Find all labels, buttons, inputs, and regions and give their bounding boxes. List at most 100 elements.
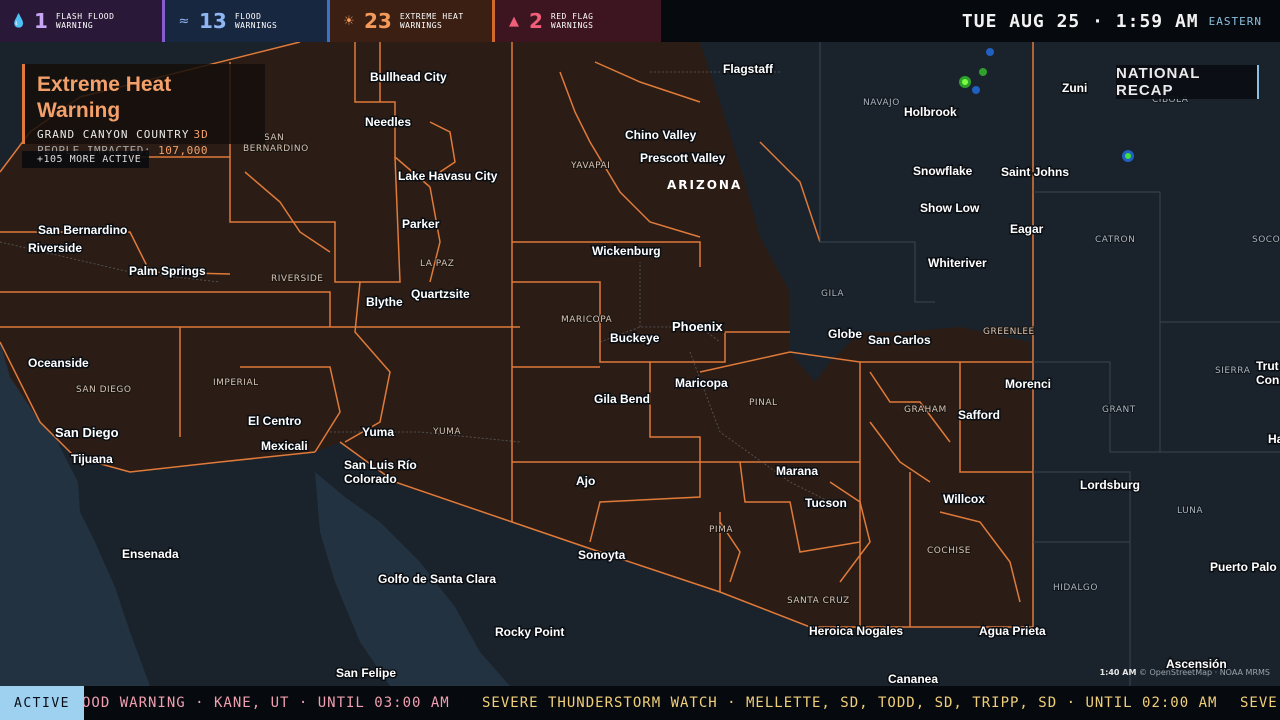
ticker-item[interactable]: OOD WARNING · KANE, UT · UNTIL 03:00 AM [84, 695, 450, 711]
alert-area: GRAND CANYON COUNTRY 3D [37, 128, 253, 141]
city-label: Cananea [888, 672, 938, 686]
city-label: Mexicali [261, 439, 308, 453]
alert-ticker: ACTIVE OOD WARNING · KANE, UT · UNTIL 03… [0, 686, 1280, 720]
city-label: Riverside [28, 241, 82, 255]
ticker-item[interactable]: SEVE [1240, 695, 1278, 711]
city-label: Tijuana [71, 452, 113, 466]
county-label: GRANT [1102, 405, 1136, 415]
city-label: Cons [1256, 373, 1280, 387]
city-label: Needles [365, 115, 411, 129]
city-label: Safford [958, 408, 1000, 422]
waves-icon: ≈ [178, 13, 190, 29]
national-recap-button[interactable]: NATIONAL RECAP [1116, 65, 1259, 99]
city-label: Whiteriver [928, 256, 987, 270]
flood-warnings-tile[interactable]: ≈ 13 FLOOD WARNINGS [165, 0, 330, 42]
city-label: Colorado [344, 472, 397, 486]
county-label: COCHISE [927, 546, 971, 556]
extreme-heat-warnings-tile[interactable]: ☀ 23 EXTREME HEAT WARNINGS [330, 0, 495, 42]
featured-alert-card[interactable]: Extreme Heat Warning GRAND CANYON COUNTR… [22, 64, 265, 157]
county-label: NAVAJO [863, 98, 900, 108]
city-label: Snowflake [913, 164, 973, 178]
city-label: Rocky Point [495, 625, 564, 639]
county-label: LA PAZ [420, 259, 454, 269]
city-label: Buckeye [610, 331, 660, 345]
flash-flood-count: 1 [34, 9, 48, 33]
more-active-badge[interactable]: +105 MORE ACTIVE [22, 151, 150, 168]
red-flag-count: 2 [529, 9, 543, 33]
city-label: Flagstaff [723, 62, 774, 76]
flash-flood-label-1: FLASH FLOOD [55, 12, 115, 21]
flash-flood-label-2: WARNING [55, 21, 94, 30]
impacted-value: 107,000 [158, 144, 208, 157]
county-label: RIVERSIDE [271, 274, 324, 284]
county-label: PIMA [709, 525, 733, 535]
city-label: Show Low [920, 201, 980, 215]
county-label: GREENLEE [983, 327, 1035, 337]
extreme-heat-count: 23 [364, 9, 392, 33]
extreme-heat-label-2: WARNINGS [399, 21, 443, 30]
state-label: ARIZONA [667, 178, 742, 192]
county-label: SAN DIEGO [76, 385, 131, 395]
city-label: Parker [402, 217, 440, 231]
county-label: LUNA [1177, 506, 1203, 516]
flood-count: 13 [199, 9, 227, 33]
county-label: SIERRA [1215, 366, 1251, 376]
city-label: Trut [1256, 359, 1279, 373]
city-label: Palm Springs [129, 264, 206, 278]
city-label: Golfo de Santa Clara [378, 572, 496, 586]
city-label: Prescott Valley [640, 151, 726, 165]
city-label: Agua Prieta [979, 624, 1046, 638]
county-label: CATRON [1095, 235, 1135, 245]
red-flag-label-1: RED FLAG [550, 12, 594, 21]
warning-triangle-icon: ▲ [509, 13, 519, 29]
city-label: Lake Havasu City [398, 169, 498, 183]
city-label: Maricopa [675, 376, 728, 390]
city-label: Ha [1268, 432, 1280, 446]
clock-timezone: EASTERN [1208, 14, 1262, 28]
clock: TUE AUG 25 · 1:59 AM EASTERN [962, 0, 1262, 42]
flash-flood-warning-tile[interactable]: 💧 1 FLASH FLOOD WARNING [0, 0, 165, 42]
city-label: Bullhead City [370, 70, 447, 84]
city-label: Holbrook [904, 105, 957, 119]
ticker-active-label[interactable]: ACTIVE [0, 686, 84, 720]
county-label: HIDALGO [1053, 583, 1098, 593]
city-label: Lordsburg [1080, 478, 1140, 492]
city-label: Zuni [1062, 81, 1087, 95]
city-label: San Carlos [868, 333, 931, 347]
city-label: Ajo [576, 474, 595, 488]
city-label: San Diego [55, 425, 119, 440]
city-label: Heroica Nogales [809, 624, 903, 638]
county-label: YAVAPAI [570, 161, 610, 171]
city-label: Blythe [366, 295, 403, 309]
city-label: Quartzsite [411, 287, 470, 301]
city-label: Gila Bend [594, 392, 650, 406]
county-label: MARICOPA [561, 315, 613, 325]
city-label: Phoenix [672, 319, 723, 334]
city-label: Saint Johns [1001, 165, 1069, 179]
city-label: Wickenburg [592, 244, 661, 258]
alert-area-name: GRAND CANYON COUNTRY [37, 128, 190, 141]
sun-icon: ☀ [343, 13, 355, 29]
alert-title: Extreme Heat Warning [37, 73, 172, 122]
droplet-icon: 💧 [10, 13, 28, 29]
city-label: Oceanside [28, 356, 89, 370]
city-label: El Centro [248, 414, 301, 428]
clock-time: TUE AUG 25 · 1:59 AM [961, 10, 1199, 32]
city-label: Chino Valley [625, 128, 697, 142]
city-label: Willcox [943, 492, 985, 506]
ticker-track: OOD WARNING · KANE, UT · UNTIL 03:00 AM … [84, 686, 1280, 720]
city-label: Marana [776, 464, 818, 478]
red-flag-warnings-tile[interactable]: ▲ 2 RED FLAG WARNINGS [495, 0, 661, 42]
city-label: Ensenada [122, 547, 179, 561]
county-label: SAN [264, 133, 284, 143]
county-label: PINAL [749, 398, 778, 408]
radar-timestamp: 1:40 AM [1099, 668, 1137, 677]
ticker-item[interactable]: SEVERE THUNDERSTORM WATCH · MELLETTE, SD… [482, 695, 1217, 711]
city-label: Eagar [1010, 222, 1044, 236]
alert-duration: 3D [193, 128, 209, 141]
extreme-heat-label-1: EXTREME HEAT [399, 12, 464, 21]
city-label: Tucson [805, 496, 847, 510]
city-label: Globe [828, 327, 862, 341]
alert-summary-bar: 💧 1 FLASH FLOOD WARNING ≈ 13 FLOOD WARNING… [0, 0, 1280, 42]
flood-label-1: FLOOD [234, 12, 262, 21]
